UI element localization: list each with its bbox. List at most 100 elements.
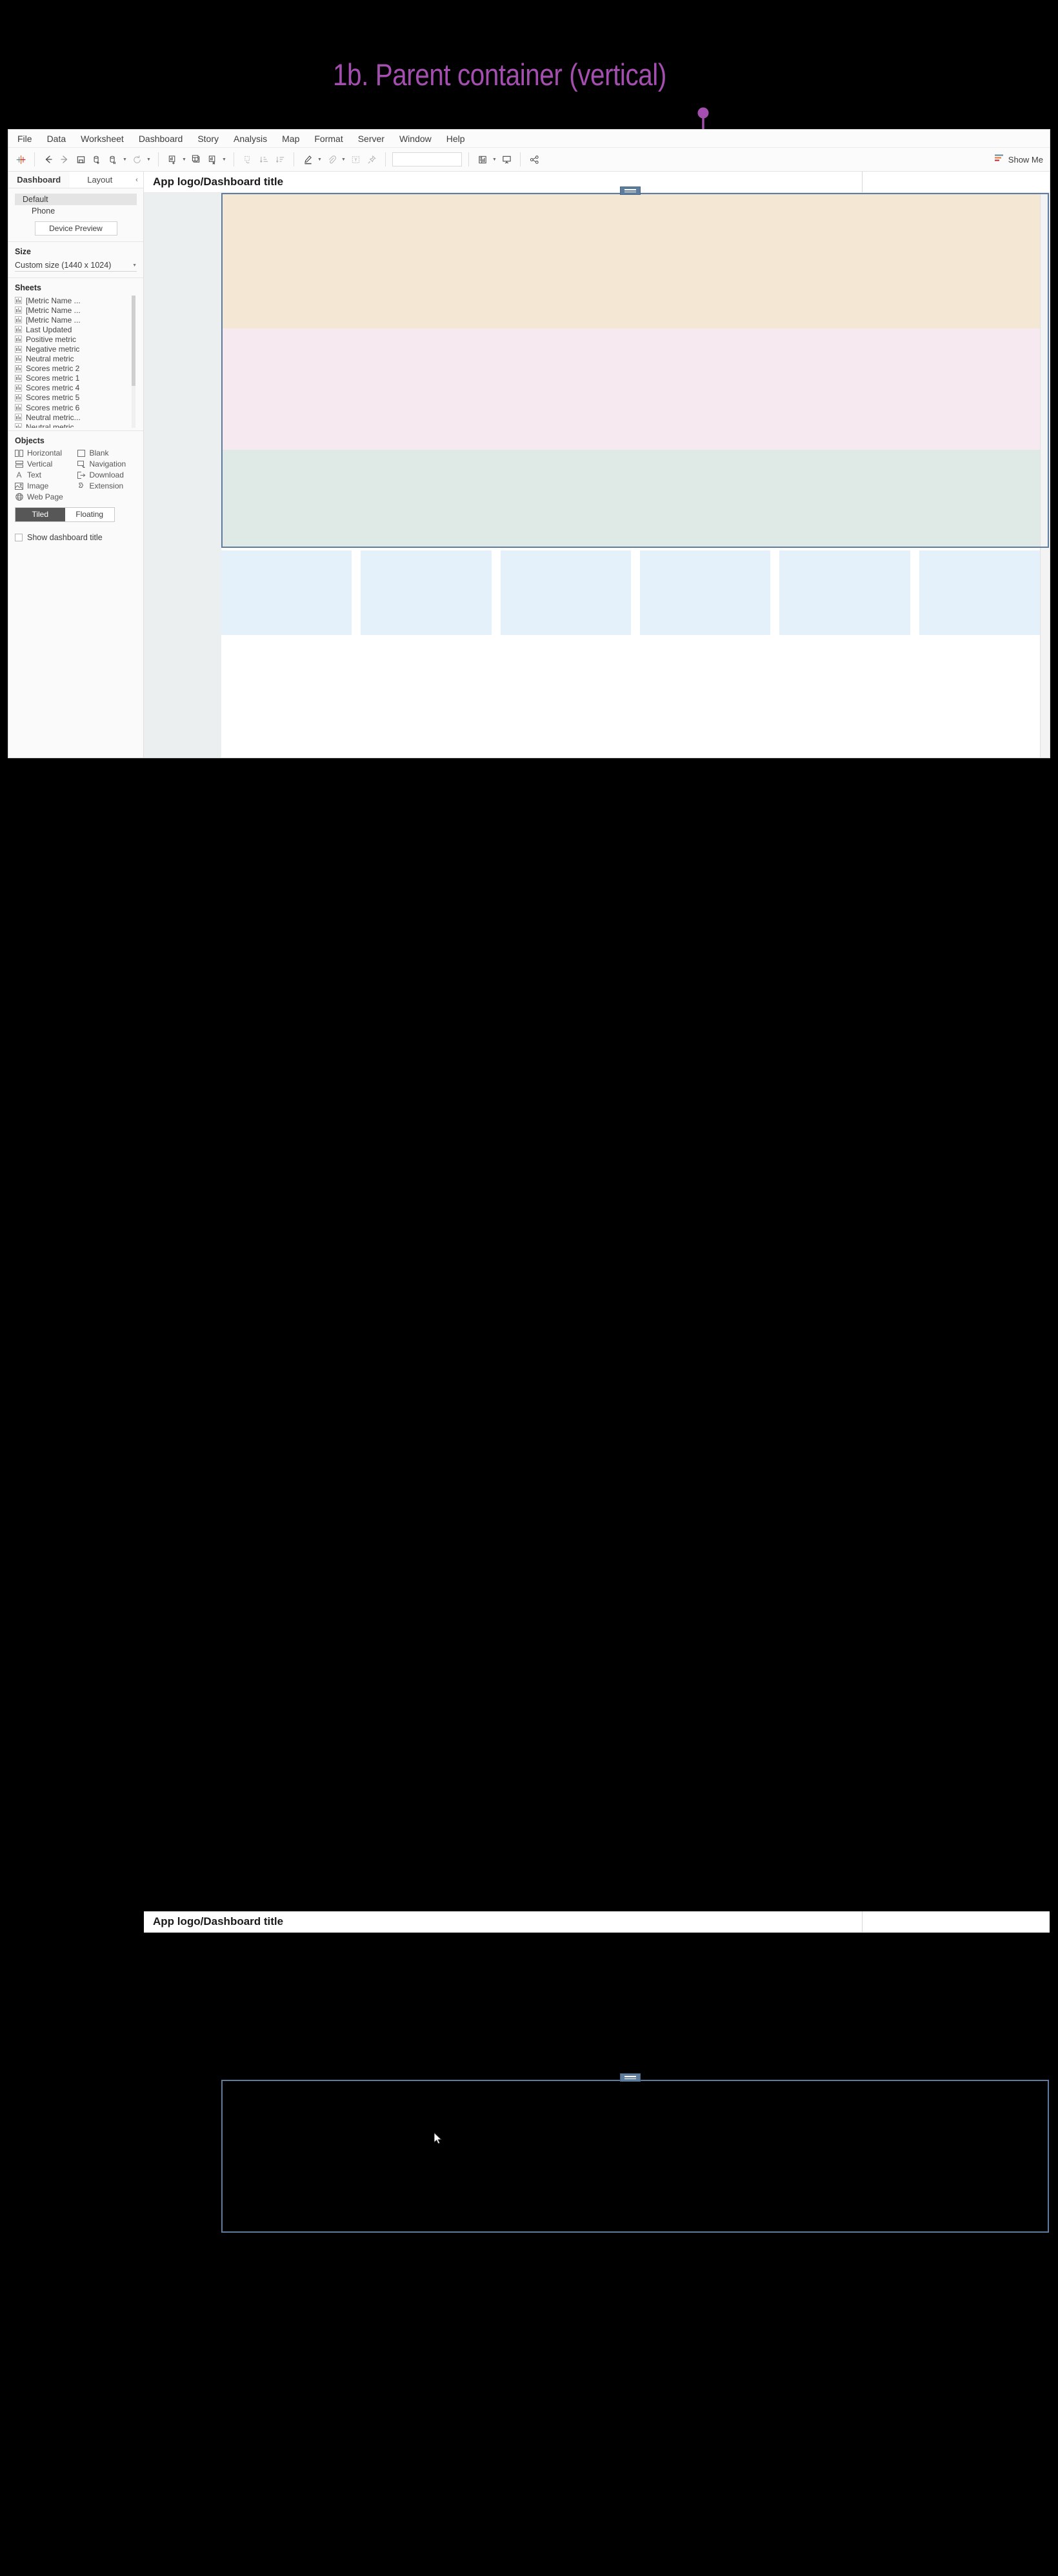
object-text[interactable]: A Text: [15, 470, 75, 479]
list-item[interactable]: Neutral metric...: [15, 422, 130, 428]
list-item[interactable]: Neutral metric...: [15, 412, 130, 422]
menu-dashboard[interactable]: Dashboard: [139, 134, 183, 143]
menu-map[interactable]: Map: [282, 134, 299, 143]
show-dashboard-title-row[interactable]: Show dashboard title: [8, 528, 143, 547]
menu-file[interactable]: File: [17, 134, 32, 143]
kpi-card[interactable]: [221, 550, 352, 635]
presentation-mode-icon[interactable]: [499, 152, 514, 166]
list-item[interactable]: [Metric Name ...: [15, 315, 130, 325]
scrollbar-thumb[interactable]: [132, 296, 135, 386]
sort-descending-icon[interactable]: [273, 152, 287, 166]
chevron-down-icon[interactable]: ▼: [221, 153, 227, 166]
pin-icon[interactable]: [364, 152, 379, 166]
new-data-source-icon[interactable]: [90, 152, 104, 166]
hero-container[interactable]: [221, 193, 1050, 328]
kpi-card[interactable]: [779, 550, 910, 635]
show-dashboard-title-label: Show dashboard title: [27, 533, 103, 542]
save-icon[interactable]: [74, 152, 88, 166]
show-dashboard-title-checkbox[interactable]: [15, 534, 23, 541]
list-item[interactable]: Scores metric 4: [15, 383, 130, 393]
fit-select[interactable]: [392, 152, 462, 166]
show-cards-icon[interactable]: [475, 152, 490, 166]
objects-block: Objects Horizontal Blank Vertical Naviga…: [8, 431, 143, 528]
list-item[interactable]: Negative metric: [15, 344, 130, 354]
attachment-icon[interactable]: [324, 152, 339, 166]
menu-worksheet[interactable]: Worksheet: [81, 134, 124, 143]
tab-dashboard[interactable]: Dashboard: [8, 172, 70, 188]
tab-layout[interactable]: Layout: [69, 172, 130, 188]
clear-sheet-icon[interactable]: [205, 152, 219, 166]
new-worksheet-icon[interactable]: [165, 152, 179, 166]
list-item[interactable]: Scores metric 6: [15, 403, 130, 412]
list-item[interactable]: [Metric Name ...: [15, 296, 130, 305]
menu-story[interactable]: Story: [197, 134, 219, 143]
list-item[interactable]: Last Updated: [15, 325, 130, 334]
middle-container[interactable]: [221, 328, 1050, 450]
device-preview-button[interactable]: Device Preview: [34, 221, 117, 236]
chevron-down-icon[interactable]: ▼: [317, 153, 323, 166]
forward-icon[interactable]: [57, 152, 72, 166]
tableau-logo-icon[interactable]: [14, 152, 28, 166]
lower-container[interactable]: [221, 450, 1050, 548]
menu-analysis[interactable]: Analysis: [234, 134, 267, 143]
menu-help[interactable]: Help: [446, 134, 465, 143]
object-horizontal[interactable]: Horizontal: [15, 448, 75, 458]
kpi-card-row[interactable]: [221, 548, 1050, 635]
object-blank[interactable]: Blank: [77, 448, 137, 458]
collapse-panel-icon[interactable]: ‹: [130, 172, 143, 188]
device-item-phone[interactable]: Phone: [15, 205, 137, 217]
show-me-label: Show Me: [1008, 154, 1043, 165]
kpi-card[interactable]: [919, 550, 1050, 635]
list-item[interactable]: Neutral metric: [15, 354, 130, 364]
sheets-heading: Sheets: [15, 283, 41, 292]
object-image[interactable]: Image: [15, 481, 75, 490]
share-icon[interactable]: [527, 152, 541, 166]
container-grab-handle[interactable]: [620, 186, 641, 195]
object-download[interactable]: Download: [77, 470, 137, 479]
menu-data[interactable]: Data: [47, 134, 66, 143]
refresh-icon[interactable]: [130, 152, 144, 166]
menu-server[interactable]: Server: [358, 134, 384, 143]
pause-updates-icon[interactable]: [106, 152, 120, 166]
object-web-page[interactable]: Web Page: [15, 492, 75, 501]
list-item[interactable]: Scores metric 2: [15, 364, 130, 374]
download-icon: [77, 471, 86, 479]
mouse-cursor-icon: [434, 2133, 443, 2144]
object-navigation[interactable]: Navigation: [77, 459, 137, 468]
sort-ascending-icon[interactable]: [257, 152, 271, 166]
object-vertical[interactable]: Vertical: [15, 459, 75, 468]
chevron-down-icon[interactable]: ▼: [146, 153, 152, 166]
back-icon[interactable]: [41, 152, 55, 166]
list-item[interactable]: Scores metric 1: [15, 374, 130, 383]
object-extension[interactable]: Extension: [77, 481, 137, 490]
list-item[interactable]: Scores metric 5: [15, 393, 130, 403]
list-item[interactable]: Positive metric: [15, 334, 130, 344]
chevron-down-icon[interactable]: ▼: [341, 153, 346, 166]
new-dashboard-icon[interactable]: [189, 152, 203, 166]
highlight-icon[interactable]: [301, 152, 315, 166]
device-item-default[interactable]: Default: [15, 194, 137, 205]
text-box-icon[interactable]: [348, 152, 363, 166]
kpi-card[interactable]: [500, 550, 631, 635]
menu-window[interactable]: Window: [399, 134, 432, 143]
dashboard-canvas[interactable]: App logo/Dashboard title: [144, 172, 1050, 758]
list-item[interactable]: [Metric Name ...: [15, 305, 130, 315]
horizontal-container-icon: [15, 449, 23, 458]
size-select[interactable]: Custom size (1440 x 1024) ▼: [15, 259, 137, 272]
worksheet-icon: [15, 365, 22, 372]
show-me-button[interactable]: Show Me: [994, 154, 1043, 165]
undo-group-icon[interactable]: [241, 152, 255, 166]
chevron-down-icon[interactable]: ▼: [122, 153, 128, 166]
chevron-down-icon[interactable]: ▼: [181, 153, 187, 166]
container-grab-handle[interactable]: [620, 2073, 641, 2082]
floating-button[interactable]: Floating: [65, 508, 114, 521]
kpi-card[interactable]: [639, 550, 771, 635]
object-label: Navigation: [89, 459, 126, 468]
menu-format[interactable]: Format: [314, 134, 343, 143]
kpi-card[interactable]: [361, 550, 492, 635]
sheets-list[interactable]: [Metric Name ... [Metric Name ... [Metri…: [15, 296, 135, 428]
worksheet-icon: [15, 355, 22, 363]
tiled-button[interactable]: Tiled: [15, 508, 65, 521]
chevron-down-icon[interactable]: ▼: [492, 153, 497, 166]
sheets-scrollbar[interactable]: [132, 296, 135, 428]
